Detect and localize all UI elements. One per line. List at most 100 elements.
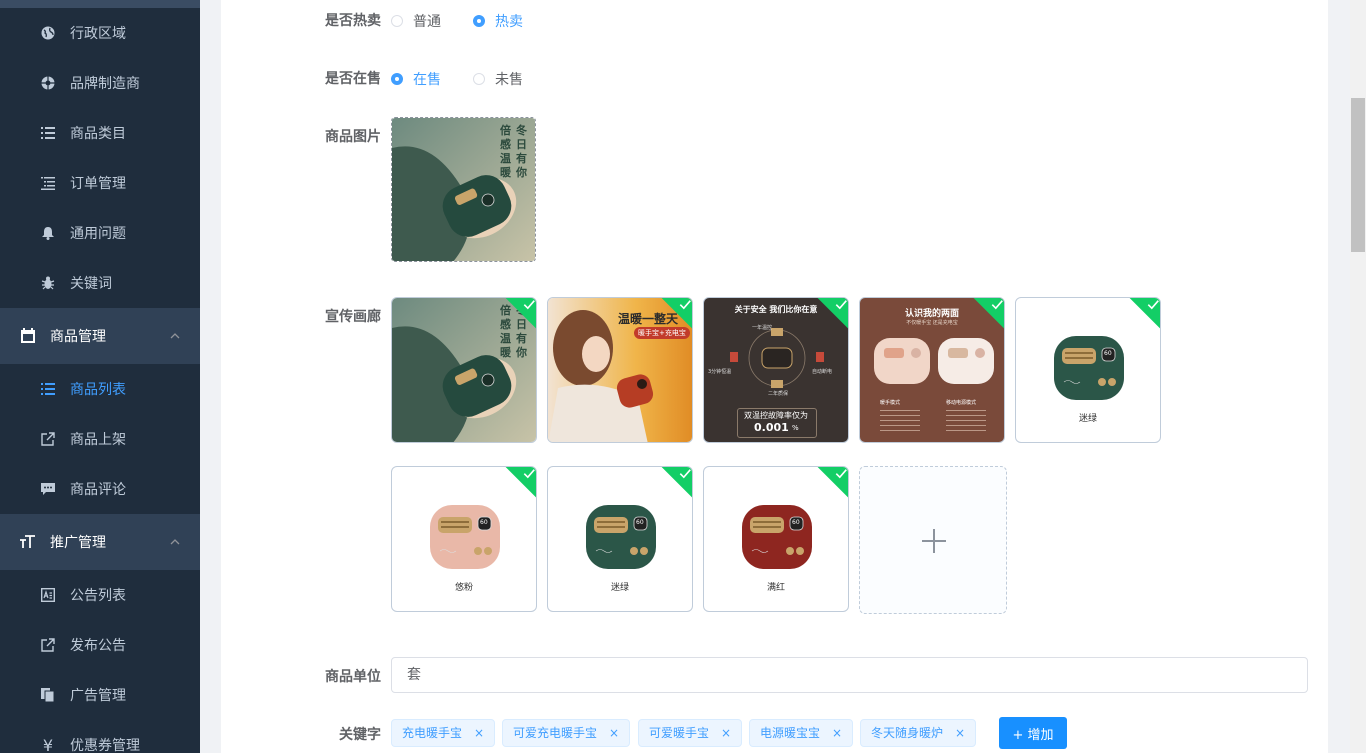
close-icon[interactable]: × [721,720,731,746]
check-icon [835,469,847,479]
sidebar: 行政区域 品牌制造商 商品类目 订单管理 通用问题 关键词 商品管理 商品列表 … [0,0,200,753]
gallery-item-product[interactable]: 60 满红 [703,466,849,612]
check-icon [835,300,847,310]
check-icon [991,300,1003,310]
radio-dot [391,15,403,27]
scrollbar-thumb[interactable] [1351,98,1365,252]
gallery-item-hand[interactable]: 倍感温暖 冬日有你 [391,297,537,443]
gallery-item-product[interactable]: 60 迷绿 [1015,297,1161,443]
product-caption: 迷绿 [1078,414,1097,424]
close-icon[interactable]: × [955,720,965,746]
close-icon[interactable]: × [609,720,619,746]
sidebar-item-faq[interactable]: 通用问题 [0,208,200,258]
gallery-item-product[interactable]: 60 迷绿 [547,466,693,612]
sidebar-item-label: 公告列表 [70,588,126,604]
is-hot-label: 是否热卖 [325,13,381,29]
bell-icon [40,225,56,241]
check-icon [523,300,535,310]
radio-normal[interactable]: 普通 [391,11,441,31]
list-icon [40,125,56,141]
keyword-tag[interactable]: 可爱暖手宝 × [638,719,743,747]
list-icon [40,381,56,397]
page-scrollbar[interactable] [1350,0,1366,753]
product-caption: 满红 [766,583,785,593]
safety-line2: 0.001 [754,421,789,434]
sidebar-item-notice-list[interactable]: 公告列表 [0,570,200,620]
keyword-tag-text: 冬天随身暖炉 [871,726,944,740]
check-icon [679,300,691,310]
close-icon[interactable]: × [474,720,484,746]
unit-input[interactable]: 套 [391,657,1308,693]
check-icon [1147,300,1159,310]
add-keyword-button[interactable]: + 增加 [999,717,1067,749]
sidebar-group-label: 推广管理 [50,535,106,551]
gallery-girl-title: 温暖一整天 [618,312,679,326]
radio-not-on-sale[interactable]: 未售 [473,69,523,89]
radio-hot[interactable]: 热卖 [473,11,523,31]
gallery-item-twosides[interactable]: 认识我的两面 不仅暖手宝 还是充电宝 暖手模式 移动电源模式 [859,297,1005,443]
aperture-icon [40,75,56,91]
external-link-icon [40,431,56,447]
product-display-number: 60 [636,519,644,526]
sidebar-item-orders[interactable]: 订单管理 [0,158,200,208]
twosides-title: 认识我的两面 [904,309,959,319]
sidebar-item-notice-create[interactable]: 发布公告 [0,620,200,670]
close-icon[interactable]: × [832,720,842,746]
check-icon [523,469,535,479]
goods-pic-text-1: 倍感温暖 [500,124,511,179]
keyword-tag[interactable]: 充电暖手宝 × [391,719,496,747]
sidebar-item-label: 通用问题 [70,226,126,242]
keyword-tag[interactable]: 冬天随身暖炉 × [860,719,977,747]
keyword-tag[interactable]: 可爱充电暖手宝 × [502,719,631,747]
radio-label: 普通 [413,14,441,30]
gallery-item-safety[interactable]: 关于安全 我们比你在意 一年温控 3分钟恒温 自动断电 二年质保 双温控故障率仅… [703,297,849,443]
gallery-text-1: 倍感温暖 [500,304,511,359]
sidebar-item-label: 广告管理 [70,688,126,704]
sidebar-item-region[interactable]: 行政区域 [0,8,200,58]
sidebar-group-goods[interactable]: 商品管理 [0,308,200,364]
twosides-sub: 不仅暖手宝 还是充电宝 [906,320,958,326]
external-link-icon [40,637,56,653]
gallery-girl-sub: 暖手宝+充电宝 [634,327,690,339]
sidebar-item-goods-create[interactable]: 商品上架 [0,414,200,464]
main-content: 是否热卖 普通 热卖 是否在售 在售 未售 商品图片 倍感温暖 冬日有你 宣传画… [200,0,1350,753]
radio-dot [473,15,485,27]
product-display-number: 60 [1104,350,1112,357]
sidebar-top-item[interactable] [0,0,200,8]
radio-on-sale[interactable]: 在售 [391,69,441,89]
globe-icon [40,25,56,41]
sidebar-group-promotion[interactable]: 推广管理 [0,514,200,570]
safety-line1: 双温控故障率仅为 [744,411,808,420]
keyword-tag[interactable]: 电源暖宝宝 × [749,719,854,747]
gallery-uploader[interactable] [859,466,1007,614]
sidebar-item-label: 关键词 [70,276,112,292]
safety-label-1: 一年温控 [752,325,773,331]
sidebar-item-label: 行政区域 [70,26,126,42]
clipboard-icon [20,328,36,344]
radio-label: 热卖 [495,14,523,30]
sidebar-item-label: 商品类目 [70,126,126,142]
sidebar-item-label: 品牌制造商 [70,76,140,92]
on-sale-label: 是否在售 [325,71,381,87]
sidebar-item-coupon[interactable]: ¥ 优惠券管理 [0,720,200,753]
keyword-tag-text: 电源暖宝宝 [760,726,821,740]
sidebar-item-keyword[interactable]: 关键词 [0,258,200,308]
sidebar-item-ad[interactable]: 广告管理 [0,670,200,720]
sidebar-item-goods-comment[interactable]: 商品评论 [0,464,200,514]
twosides-products [874,338,994,384]
chevron-up-icon [170,539,180,545]
chevron-up-icon [170,333,180,339]
radio-dot [391,73,403,85]
sidebar-item-brand[interactable]: 品牌制造商 [0,58,200,108]
sidebar-item-label: 商品上架 [70,432,126,448]
plus-icon [933,529,935,553]
gallery-item-product[interactable]: 60 悠粉 [391,466,537,612]
sidebar-item-label: 订单管理 [70,176,126,192]
notice-icon [40,587,56,603]
sidebar-item-goods-list[interactable]: 商品列表 [0,364,200,414]
gallery-item-girl[interactable]: 温暖一整天 暖手宝+充电宝 [547,297,693,443]
sidebar-item-category[interactable]: 商品类目 [0,108,200,158]
radio-dot [473,73,485,85]
twosides-right: 移动电源模式 [946,400,977,406]
goods-pic-uploader[interactable]: 倍感温暖 冬日有你 [391,117,536,262]
